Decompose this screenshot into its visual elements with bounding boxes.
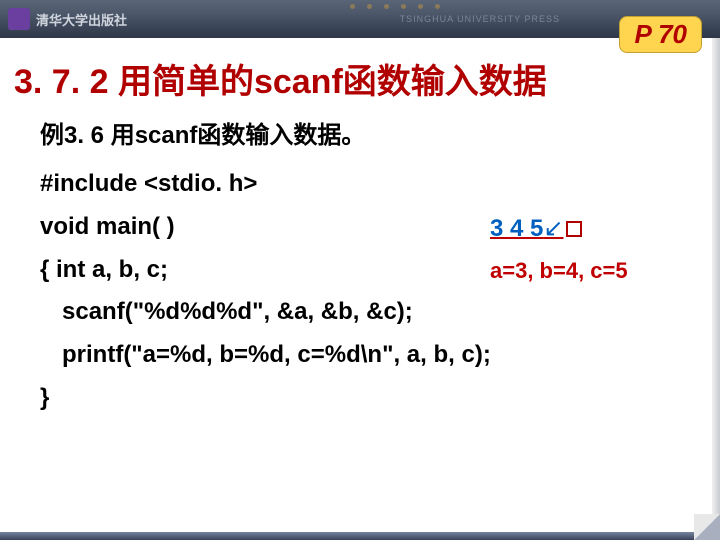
example-title: 例3. 6 用scanf函数输入数据。 [40,115,700,150]
footer-bar [0,532,720,540]
output-line: a=3, b=4, c=5 [490,252,700,289]
page-badge: P 70 [619,16,702,53]
input-line: 3 4 5↙ [490,209,700,250]
io-block: 3 4 5↙ a=3, b=4, c=5 [490,207,700,289]
code-line-3: { int a, b, c; [40,250,490,291]
section-title: 3. 7. 2 用简单的scanf函数输入数据 [14,54,720,103]
code-line-1: #include <stdio. h> [40,164,700,205]
logo-text: 清华大学出版社 [36,10,127,29]
input-text: 3 4 5 [490,215,543,242]
code-line-6: } [40,378,700,419]
enter-icon: ↙ [543,215,563,242]
code-line-5: printf("a=%d, b=%d, c=%d\n", a, b, c); [62,335,700,376]
content-area: 例3. 6 用scanf函数输入数据。 #include <stdio. h> … [40,115,700,419]
code-line-4: scanf("%d%d%d", &a, &b, &c); [62,292,700,333]
press-en: TSINGHUA UNIVERSITY PRESS [400,14,560,24]
corner-fold-icon [694,514,720,540]
code-line-2: void main( ) [40,207,490,248]
logo-badge [8,8,30,30]
header-bar: 清华大学出版社 TSINGHUA UNIVERSITY PRESS [0,0,720,38]
side-shadow [712,38,720,532]
logo-area: 清华大学出版社 [8,8,127,30]
code-block: #include <stdio. h> void main( ) { int a… [40,164,700,419]
placeholder-box-icon [566,221,582,237]
header-dots [350,4,440,9]
